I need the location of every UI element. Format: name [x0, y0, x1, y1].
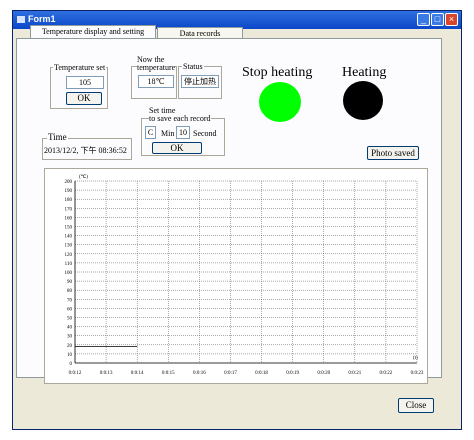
time-legend: Time: [47, 132, 68, 142]
close-icon[interactable]: ×: [445, 13, 458, 26]
x-tick-label: 0:0:17: [224, 371, 237, 376]
x-tick-label: 0:0:13: [100, 371, 113, 376]
now-temperature-value: 18℃: [138, 75, 174, 88]
x-tick-label: 0:0:12: [69, 371, 82, 376]
y-tick-label: 0: [70, 362, 73, 367]
tab-label: Temperature display and setting: [41, 27, 145, 36]
close-button[interactable]: Close: [398, 398, 434, 413]
y-tick-label: 140: [65, 235, 73, 240]
temperature-set-input[interactable]: 105: [66, 76, 104, 89]
y-tick-label: 150: [65, 226, 73, 231]
x-tick-label: 0:0:23: [411, 371, 424, 376]
save-interval-ok-button[interactable]: OK: [152, 142, 202, 154]
x-tick-label: 0:0:16: [193, 371, 206, 376]
y-tick-label: 120: [65, 253, 73, 258]
y-tick-label: 190: [65, 189, 73, 194]
status-value: 停止加热: [181, 75, 219, 88]
app-icon: [17, 16, 25, 23]
tab-label: Data records: [179, 29, 221, 38]
x-tick-label: 0:0:22: [380, 371, 393, 376]
y-tick-label: 90: [67, 280, 73, 285]
tab-temperature-display[interactable]: Temperature display and setting: [30, 25, 156, 39]
x-tick-label: 0:0:19: [286, 371, 299, 376]
y-tick-label: 130: [65, 244, 73, 249]
save-interval-minutes-input[interactable]: C: [145, 126, 156, 139]
photo-saved-button[interactable]: Photo saved: [367, 146, 419, 160]
x-axis-label: (t): [413, 356, 418, 361]
y-tick-label: 40: [67, 326, 73, 331]
x-tick-label: 0:0:20: [317, 371, 330, 376]
x-tick-label: 0:0:21: [348, 371, 361, 376]
minimize-icon[interactable]: _: [417, 13, 430, 26]
y-tick-label: 160: [65, 216, 73, 221]
chart-svg: 2001901801701601501401301201101009080706…: [65, 174, 424, 376]
x-tick-label: 0:0:15: [162, 371, 175, 376]
y-tick-label: 20: [67, 344, 73, 349]
minutes-label: Min: [161, 129, 175, 138]
y-tick-label: 180: [65, 198, 73, 203]
y-tick-label: 170: [65, 207, 73, 212]
maximize-icon[interactable]: □: [431, 13, 444, 26]
save-interval-legend-2: to save each record: [149, 114, 211, 123]
y-tick-label: 100: [65, 271, 73, 276]
temperature-chart: 200 190 180 170 160 150 140 130 120 110 100 90 80 70 6…: [44, 168, 428, 384]
window-title: Form1: [28, 14, 56, 24]
y-tick-label: 110: [65, 262, 73, 267]
x-tick-label: 0:0:14: [131, 371, 144, 376]
y-tick-label: 30: [67, 335, 73, 340]
save-interval-seconds-input[interactable]: 10: [176, 126, 190, 139]
temperature-set-ok-button[interactable]: OK: [66, 92, 102, 105]
temperature-set-legend: Temperature set: [53, 63, 107, 72]
stop-heating-indicator: [259, 82, 301, 122]
x-tick-label: 0:0:18: [255, 371, 268, 376]
y-tick-label: 70: [67, 298, 73, 303]
y-axis-label: (℃): [79, 174, 88, 180]
stop-heating-label: Stop heating: [242, 65, 313, 80]
y-tick-label: 80: [67, 289, 73, 294]
time-value: 2013/12/2, 下午 08:36:52: [44, 146, 127, 155]
now-temperature-legend-2: temperature: [137, 63, 176, 72]
heating-label: Heating: [342, 65, 387, 80]
seconds-label: Second: [193, 129, 217, 138]
status-legend: Status: [182, 62, 204, 71]
y-tick-label: 10: [67, 353, 73, 358]
y-tick-label: 200: [65, 180, 73, 185]
y-tick-label: 60: [67, 307, 73, 312]
y-tick-label: 50: [67, 317, 73, 322]
heating-indicator: [343, 81, 383, 120]
